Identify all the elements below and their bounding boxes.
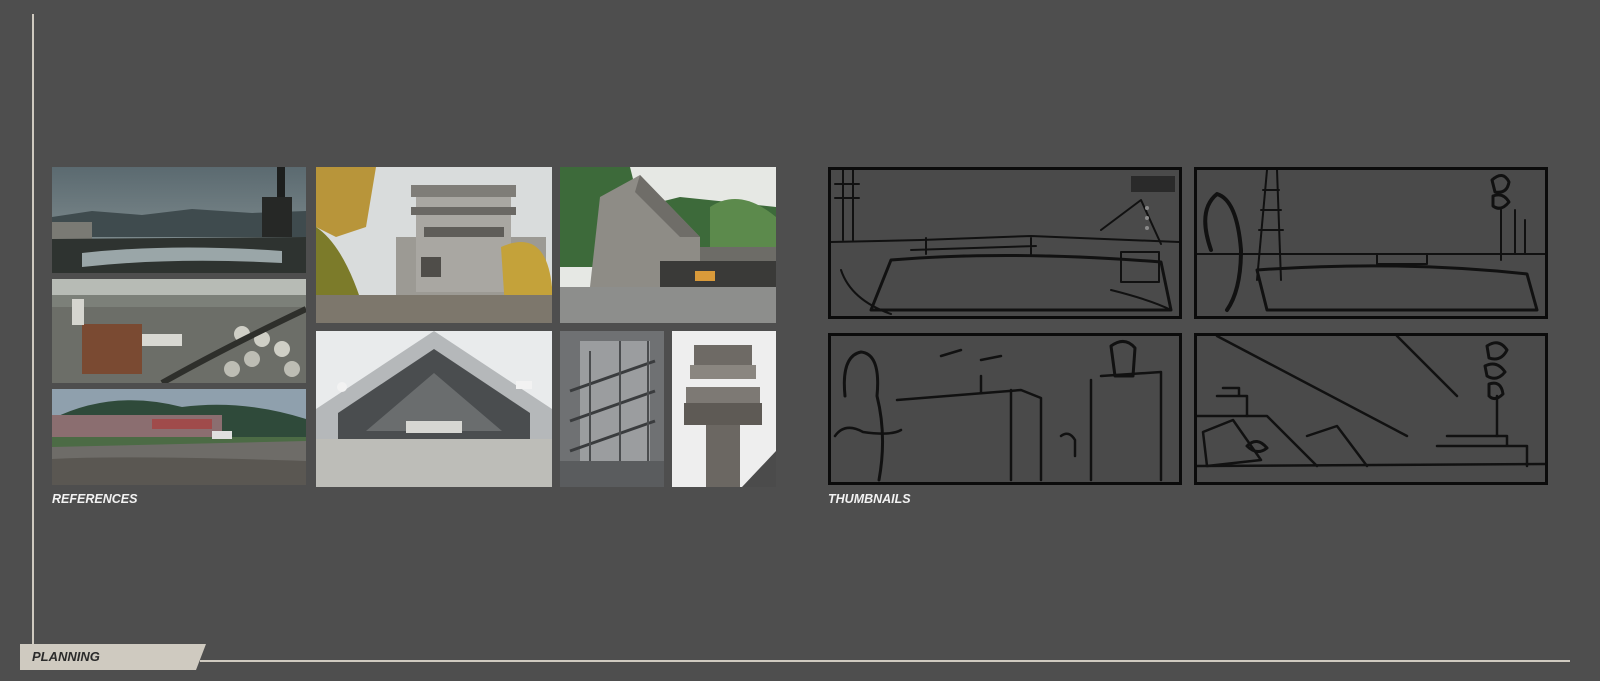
reference-image-aerial-town[interactable]	[52, 279, 306, 383]
thumbnail-sketch-1[interactable]	[828, 167, 1182, 319]
reference-image-river[interactable]	[52, 167, 306, 273]
reference-image-industrial-scaffold[interactable]	[560, 331, 664, 487]
thumbnails-caption: THUMBNAILS	[828, 492, 911, 506]
reference-image-roadside[interactable]	[52, 389, 306, 485]
reference-image-mountain-bunker[interactable]	[560, 167, 776, 323]
left-rule-line	[32, 14, 34, 646]
references-caption: REFERENCES	[52, 492, 138, 506]
section-tab-label: PLANNING	[32, 649, 100, 664]
reference-image-concrete-tower-autumn[interactable]	[316, 167, 552, 323]
thumbnail-sketch-3[interactable]	[828, 333, 1182, 485]
reference-image-hangar-tunnel[interactable]	[316, 331, 552, 487]
thumbnail-sketch-4[interactable]	[1194, 333, 1548, 485]
thumbnail-sketch-2[interactable]	[1194, 167, 1548, 319]
section-tab-planning: PLANNING	[20, 644, 206, 670]
reference-image-brutalist-tower[interactable]	[672, 331, 776, 487]
bottom-rule-line	[200, 660, 1570, 662]
